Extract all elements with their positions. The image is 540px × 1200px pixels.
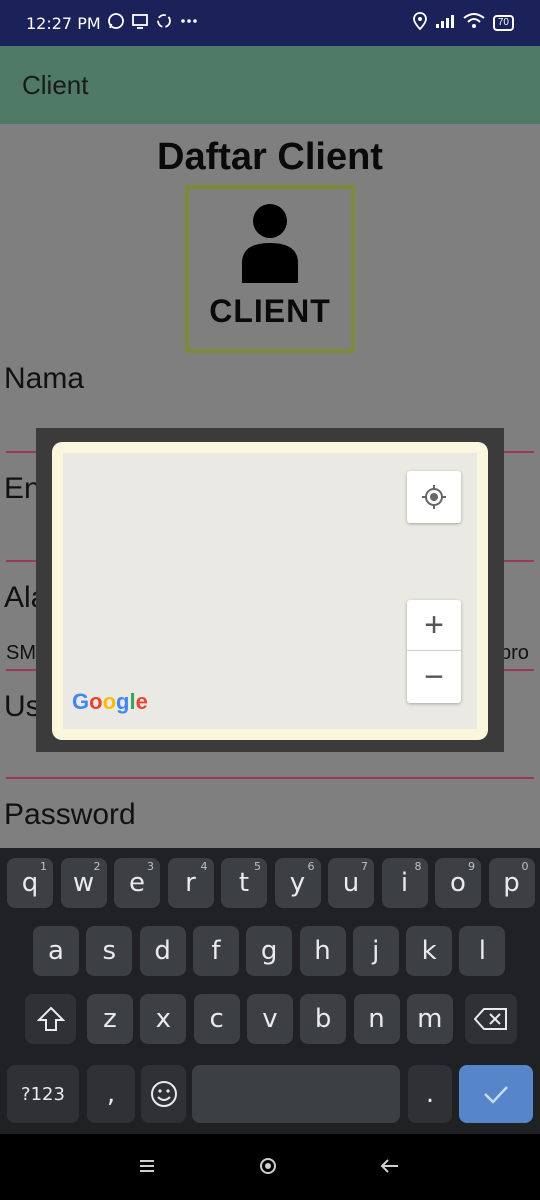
key-label: t	[238, 868, 250, 898]
key-x[interactable]: x	[140, 994, 187, 1044]
map-dialog: + − Google	[36, 428, 504, 752]
home-icon[interactable]	[258, 1152, 278, 1183]
key-label: p	[503, 868, 520, 898]
key-a[interactable]: a	[33, 926, 79, 976]
comma-key[interactable]: ,	[87, 1065, 135, 1123]
whatsapp-icon	[107, 12, 125, 35]
key-hint: 1	[40, 860, 47, 873]
key-label: i	[400, 868, 409, 898]
key-label: q	[21, 868, 39, 898]
key-label: y	[289, 868, 306, 898]
person-icon	[242, 204, 298, 283]
key-y[interactable]: y6	[274, 858, 321, 908]
key-hint: 0	[521, 860, 529, 873]
page-title: Daftar Client	[157, 136, 383, 178]
more-icon	[179, 12, 199, 35]
key-e[interactable]: e3	[114, 858, 160, 908]
key-hint: 3	[147, 860, 154, 873]
nama-label: Nama	[4, 362, 85, 395]
status-bar: 12:27 PM 70	[0, 0, 540, 46]
password-label: Password	[4, 798, 136, 831]
map-view[interactable]: + − Google	[63, 453, 477, 729]
key-w[interactable]: w2	[60, 858, 107, 908]
key-m[interactable]: m	[406, 994, 453, 1044]
key-hint: 2	[93, 860, 101, 873]
key-label: u	[342, 868, 360, 898]
shift-icon	[36, 1006, 65, 1031]
key-o[interactable]: o9	[435, 858, 481, 908]
key-f[interactable]: f	[192, 926, 239, 976]
key-k[interactable]: k	[406, 926, 453, 976]
key-hint: 4	[200, 860, 208, 873]
status-time: 12:27 PM	[26, 13, 101, 33]
menu-icon[interactable]	[137, 1152, 157, 1183]
key-label: e	[129, 868, 145, 898]
google-logo: Google	[72, 689, 148, 714]
key-s[interactable]: s	[86, 926, 133, 976]
key-t[interactable]: t5	[221, 858, 267, 908]
key-q[interactable]: q1	[7, 858, 53, 908]
space-key[interactable]	[192, 1065, 400, 1123]
emoji-key[interactable]	[141, 1065, 186, 1123]
crosshair-icon	[422, 485, 446, 509]
key-z[interactable]: z	[87, 994, 133, 1044]
key-hint: 6	[307, 860, 315, 873]
my-location-button[interactable]	[407, 471, 461, 523]
soft-keyboard: q1w2e3r4t5y6u7i8o9p0 asdfghjkl zxcvbnm ?…	[0, 848, 540, 1134]
map-dialog-card: + − Google	[52, 442, 488, 740]
key-u[interactable]: u7	[328, 858, 374, 908]
sync-icon	[155, 12, 173, 35]
period-key[interactable]: .	[408, 1065, 452, 1123]
key-label: w	[72, 868, 95, 898]
key-i[interactable]: i8	[381, 858, 428, 908]
key-p[interactable]: p0	[488, 858, 535, 908]
key-label: r	[185, 868, 196, 898]
shift-key[interactable]	[25, 994, 76, 1044]
key-c[interactable]: c	[193, 994, 240, 1044]
key-j[interactable]: j	[352, 926, 399, 976]
emoji-icon	[150, 1081, 177, 1107]
backspace-icon	[474, 1008, 507, 1030]
key-hint: 8	[414, 860, 422, 873]
checkmark-icon	[484, 1086, 508, 1104]
navigation-bar	[0, 1134, 540, 1200]
location-icon	[412, 11, 427, 35]
key-n[interactable]: n	[353, 994, 400, 1044]
symbols-key[interactable]: ?123	[7, 1065, 79, 1123]
key-l[interactable]: l	[459, 926, 506, 976]
key-d[interactable]: d	[139, 926, 186, 976]
key-g[interactable]: g	[246, 926, 293, 976]
key-r[interactable]: r4	[167, 858, 214, 908]
screen-icon	[131, 12, 149, 35]
key-b[interactable]: b	[300, 994, 347, 1044]
app-bar-title: Client	[22, 69, 89, 100]
client-logo: CLIENT	[185, 185, 355, 353]
zoom-in-button[interactable]: +	[407, 600, 461, 651]
key-v[interactable]: v	[246, 994, 293, 1044]
alamat-value-right: pro	[500, 642, 529, 664]
key-label: o	[450, 868, 466, 898]
enter-key[interactable]	[459, 1065, 533, 1123]
client-logo-label: CLIENT	[209, 293, 331, 329]
key-h[interactable]: h	[299, 926, 346, 976]
key-hint: 7	[361, 860, 368, 873]
backspace-key[interactable]	[465, 994, 517, 1044]
app-bar: Client	[0, 46, 540, 124]
battery-indicator: 70	[492, 15, 514, 31]
alamat-value-left: SM	[6, 642, 36, 664]
key-hint: 5	[254, 860, 261, 873]
zoom-out-button[interactable]: −	[407, 651, 461, 703]
wifi-icon	[463, 12, 485, 34]
key-hint: 9	[468, 860, 475, 873]
signal-icon	[435, 13, 455, 34]
back-icon[interactable]	[380, 1152, 400, 1183]
username-field[interactable]	[6, 777, 534, 779]
